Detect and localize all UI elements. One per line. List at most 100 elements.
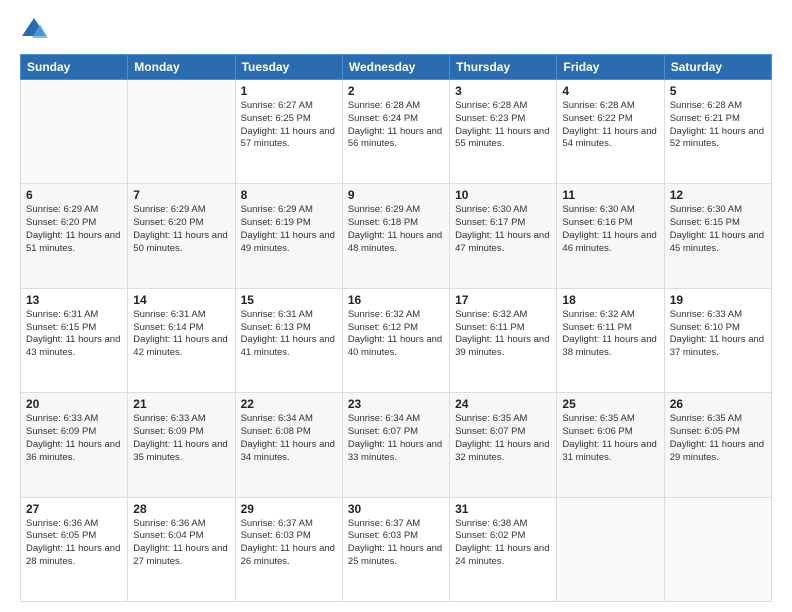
calendar-cell: 6 Sunrise: 6:29 AM Sunset: 6:20 PM Daylig… [21, 184, 128, 288]
day-number: 27 [26, 502, 122, 516]
day-info: Sunrise: 6:33 AM Sunset: 6:09 PM Dayligh… [133, 413, 229, 464]
calendar-cell: 2 Sunrise: 6:28 AM Sunset: 6:24 PM Daylig… [342, 80, 449, 184]
week-row-2: 6 Sunrise: 6:29 AM Sunset: 6:20 PM Daylig… [21, 184, 772, 288]
day-info: Sunrise: 6:28 AM Sunset: 6:24 PM Dayligh… [348, 100, 444, 151]
day-info: Sunrise: 6:30 AM Sunset: 6:17 PM Dayligh… [455, 204, 551, 255]
weekday-header-thursday: Thursday [450, 55, 557, 80]
day-number: 4 [562, 84, 658, 98]
weekday-header-monday: Monday [128, 55, 235, 80]
day-info: Sunrise: 6:35 AM Sunset: 6:05 PM Dayligh… [670, 413, 766, 464]
calendar-cell: 25 Sunrise: 6:35 AM Sunset: 6:06 PM Dayli… [557, 393, 664, 497]
calendar-cell [664, 497, 771, 601]
page: SundayMondayTuesdayWednesdayThursdayFrid… [0, 0, 792, 612]
day-number: 22 [241, 397, 337, 411]
calendar-cell: 16 Sunrise: 6:32 AM Sunset: 6:12 PM Dayli… [342, 288, 449, 392]
day-info: Sunrise: 6:31 AM Sunset: 6:14 PM Dayligh… [133, 309, 229, 360]
day-info: Sunrise: 6:29 AM Sunset: 6:19 PM Dayligh… [241, 204, 337, 255]
day-number: 18 [562, 293, 658, 307]
day-info: Sunrise: 6:30 AM Sunset: 6:15 PM Dayligh… [670, 204, 766, 255]
day-number: 25 [562, 397, 658, 411]
calendar-cell: 18 Sunrise: 6:32 AM Sunset: 6:11 PM Dayli… [557, 288, 664, 392]
day-number: 28 [133, 502, 229, 516]
day-number: 31 [455, 502, 551, 516]
calendar-cell: 7 Sunrise: 6:29 AM Sunset: 6:20 PM Daylig… [128, 184, 235, 288]
day-info: Sunrise: 6:38 AM Sunset: 6:02 PM Dayligh… [455, 518, 551, 569]
calendar-cell: 1Sunrise: 6:27 AM Sunset: 6:25 PM Daylig… [235, 80, 342, 184]
day-info: Sunrise: 6:35 AM Sunset: 6:07 PM Dayligh… [455, 413, 551, 464]
day-number: 13 [26, 293, 122, 307]
day-info: Sunrise: 6:32 AM Sunset: 6:11 PM Dayligh… [455, 309, 551, 360]
day-info: Sunrise: 6:34 AM Sunset: 6:07 PM Dayligh… [348, 413, 444, 464]
calendar-cell: 17 Sunrise: 6:32 AM Sunset: 6:11 PM Dayli… [450, 288, 557, 392]
day-info: Sunrise: 6:33 AM Sunset: 6:09 PM Dayligh… [26, 413, 122, 464]
calendar-cell: 10Sunrise: 6:30 AM Sunset: 6:17 PM Dayli… [450, 184, 557, 288]
day-info: Sunrise: 6:32 AM Sunset: 6:12 PM Dayligh… [348, 309, 444, 360]
calendar-cell: 9Sunrise: 6:29 AM Sunset: 6:18 PM Daylig… [342, 184, 449, 288]
day-number: 12 [670, 188, 766, 202]
calendar-cell: 15Sunrise: 6:31 AM Sunset: 6:13 PM Dayli… [235, 288, 342, 392]
header [20, 16, 772, 44]
day-number: 7 [133, 188, 229, 202]
day-info: Sunrise: 6:36 AM Sunset: 6:04 PM Dayligh… [133, 518, 229, 569]
calendar-cell: 8 Sunrise: 6:29 AM Sunset: 6:19 PM Daylig… [235, 184, 342, 288]
calendar-cell: 24 Sunrise: 6:35 AM Sunset: 6:07 PM Dayli… [450, 393, 557, 497]
weekday-header-tuesday: Tuesday [235, 55, 342, 80]
day-info: Sunrise: 6:32 AM Sunset: 6:11 PM Dayligh… [562, 309, 658, 360]
calendar-cell: 31 Sunrise: 6:38 AM Sunset: 6:02 PM Dayli… [450, 497, 557, 601]
calendar-cell: 29Sunrise: 6:37 AM Sunset: 6:03 PM Dayli… [235, 497, 342, 601]
day-number: 3 [455, 84, 551, 98]
day-number: 17 [455, 293, 551, 307]
day-info: Sunrise: 6:29 AM Sunset: 6:20 PM Dayligh… [133, 204, 229, 255]
day-number: 2 [348, 84, 444, 98]
day-info: Sunrise: 6:29 AM Sunset: 6:20 PM Dayligh… [26, 204, 122, 255]
week-row-5: 27 Sunrise: 6:36 AM Sunset: 6:05 PM Dayli… [21, 497, 772, 601]
calendar-cell: 30 Sunrise: 6:37 AM Sunset: 6:03 PM Dayli… [342, 497, 449, 601]
logo-icon [20, 16, 48, 44]
day-info: Sunrise: 6:31 AM Sunset: 6:13 PM Dayligh… [241, 309, 337, 360]
day-number: 26 [670, 397, 766, 411]
day-info: Sunrise: 6:31 AM Sunset: 6:15 PM Dayligh… [26, 309, 122, 360]
day-info: Sunrise: 6:28 AM Sunset: 6:21 PM Dayligh… [670, 100, 766, 151]
calendar-cell: 28 Sunrise: 6:36 AM Sunset: 6:04 PM Dayli… [128, 497, 235, 601]
calendar-cell: 19Sunrise: 6:33 AM Sunset: 6:10 PM Dayli… [664, 288, 771, 392]
calendar-table: SundayMondayTuesdayWednesdayThursdayFrid… [20, 54, 772, 602]
day-info: Sunrise: 6:33 AM Sunset: 6:10 PM Dayligh… [670, 309, 766, 360]
day-number: 30 [348, 502, 444, 516]
calendar-cell: 26 Sunrise: 6:35 AM Sunset: 6:05 PM Dayli… [664, 393, 771, 497]
calendar-cell: 21 Sunrise: 6:33 AM Sunset: 6:09 PM Dayli… [128, 393, 235, 497]
weekday-header-row: SundayMondayTuesdayWednesdayThursdayFrid… [21, 55, 772, 80]
calendar-cell: 3 Sunrise: 6:28 AM Sunset: 6:23 PM Daylig… [450, 80, 557, 184]
calendar-cell [557, 497, 664, 601]
calendar-cell: 5 Sunrise: 6:28 AM Sunset: 6:21 PM Daylig… [664, 80, 771, 184]
logo [20, 16, 52, 44]
day-number: 5 [670, 84, 766, 98]
week-row-3: 13 Sunrise: 6:31 AM Sunset: 6:15 PM Dayli… [21, 288, 772, 392]
day-info: Sunrise: 6:28 AM Sunset: 6:22 PM Dayligh… [562, 100, 658, 151]
calendar-cell: 27 Sunrise: 6:36 AM Sunset: 6:05 PM Dayli… [21, 497, 128, 601]
calendar-cell: 20Sunrise: 6:33 AM Sunset: 6:09 PM Dayli… [21, 393, 128, 497]
day-info: Sunrise: 6:36 AM Sunset: 6:05 PM Dayligh… [26, 518, 122, 569]
day-number: 6 [26, 188, 122, 202]
calendar-cell: 11Sunrise: 6:30 AM Sunset: 6:16 PM Dayli… [557, 184, 664, 288]
day-info: Sunrise: 6:28 AM Sunset: 6:23 PM Dayligh… [455, 100, 551, 151]
day-info: Sunrise: 6:29 AM Sunset: 6:18 PM Dayligh… [348, 204, 444, 255]
calendar-cell: 23 Sunrise: 6:34 AM Sunset: 6:07 PM Dayli… [342, 393, 449, 497]
day-info: Sunrise: 6:37 AM Sunset: 6:03 PM Dayligh… [241, 518, 337, 569]
weekday-header-wednesday: Wednesday [342, 55, 449, 80]
calendar-cell [21, 80, 128, 184]
day-info: Sunrise: 6:37 AM Sunset: 6:03 PM Dayligh… [348, 518, 444, 569]
day-number: 11 [562, 188, 658, 202]
day-number: 8 [241, 188, 337, 202]
day-number: 16 [348, 293, 444, 307]
day-number: 21 [133, 397, 229, 411]
calendar-cell: 13 Sunrise: 6:31 AM Sunset: 6:15 PM Dayli… [21, 288, 128, 392]
day-info: Sunrise: 6:27 AM Sunset: 6:25 PM Dayligh… [241, 100, 337, 151]
calendar-cell: 12 Sunrise: 6:30 AM Sunset: 6:15 PM Dayli… [664, 184, 771, 288]
day-number: 23 [348, 397, 444, 411]
week-row-4: 20Sunrise: 6:33 AM Sunset: 6:09 PM Dayli… [21, 393, 772, 497]
weekday-header-saturday: Saturday [664, 55, 771, 80]
day-info: Sunrise: 6:35 AM Sunset: 6:06 PM Dayligh… [562, 413, 658, 464]
weekday-header-friday: Friday [557, 55, 664, 80]
calendar-cell: 22Sunrise: 6:34 AM Sunset: 6:08 PM Dayli… [235, 393, 342, 497]
day-number: 24 [455, 397, 551, 411]
